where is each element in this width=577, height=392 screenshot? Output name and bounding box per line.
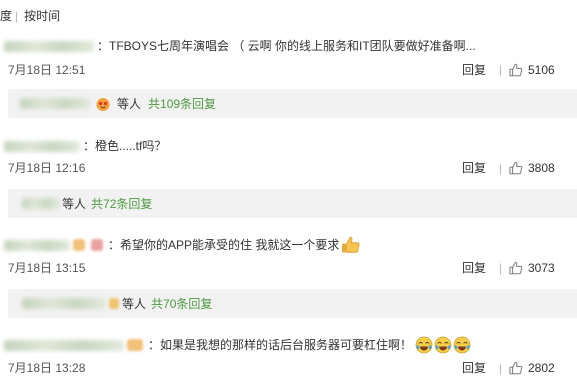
sub-replies-others: 等人 [62, 197, 87, 211]
sub-reply-usernames[interactable] [20, 98, 90, 109]
comment-line: ：TFBOYS七周年演唱会 （ 云啊 你的线上服务和IT团队要做好准备啊... [0, 37, 577, 55]
sort-by-hot-tab[interactable]: 度 [0, 8, 12, 24]
sub-replies-bar: 等人 共109条回复 [8, 89, 577, 118]
like-count: 3808 [528, 161, 555, 175]
reply-button[interactable]: 回复 [462, 160, 486, 176]
sub-replies-others: 等人 [122, 297, 147, 311]
sub-reply-usernames[interactable] [22, 298, 106, 309]
thumbs-up-icon [509, 63, 523, 77]
sub-replies-count-link[interactable]: 共70条回复 [151, 295, 212, 312]
comment-time: 7月18日 12:16 [8, 161, 86, 175]
sub-replies-bar: 等人 共72条回复 [8, 189, 577, 218]
reply-button[interactable]: 回复 [462, 260, 486, 276]
sub-reply-usernames[interactable] [22, 198, 60, 209]
comment-username[interactable] [4, 40, 94, 52]
action-separator: | [499, 161, 503, 175]
comment-text: ：橙色.....tf吗？ [83, 139, 167, 153]
comment-time: 7月18日 12:51 [8, 63, 86, 77]
like-count: 2802 [528, 361, 555, 375]
user-badge-icon [91, 239, 103, 251]
like-count: 3073 [528, 261, 555, 275]
face-emoji-icon [95, 96, 111, 112]
thumbs-up-icon [509, 261, 523, 275]
comment-line: ：如果是我想的那样的话后台服务器可要杠住啊！ [0, 336, 577, 354]
comment-line: ：希望你的APP能承受的住 我就这一个要求 [0, 236, 577, 254]
sub-replies-others: 等人 [117, 97, 142, 111]
thumbs-up-icon [509, 361, 523, 375]
laugh-cry-emoji-icon [415, 336, 433, 354]
comment-line: ：橙色.....tf吗？ [0, 137, 577, 155]
comment-username[interactable] [4, 339, 124, 351]
like-count: 5106 [528, 63, 555, 77]
comment-username[interactable] [4, 239, 70, 251]
reply-button[interactable]: 回复 [462, 360, 486, 376]
sub-replies-count-link[interactable]: 共109条回复 [148, 95, 216, 112]
like-button[interactable]: 3808 [509, 160, 555, 176]
sort-tab-separator: | [15, 9, 19, 23]
user-badge-icon [127, 339, 143, 351]
action-separator: | [499, 261, 503, 275]
sub-replies-bar: 等人 共70条回复 [8, 289, 577, 318]
action-separator: | [499, 361, 503, 375]
comment-username[interactable] [4, 140, 80, 152]
comment-text: ：如果是我想的那样的话后台服务器可要杠住啊！ [148, 338, 413, 352]
comment-text: ：希望你的APP能承受的住 我就这一个要求 [108, 238, 340, 252]
like-button[interactable]: 2802 [509, 360, 555, 376]
action-separator: | [499, 63, 503, 77]
laugh-cry-emoji-icon [434, 336, 452, 354]
like-button[interactable]: 3073 [509, 260, 555, 276]
sort-by-time-tab[interactable]: 按时间 [24, 8, 60, 24]
like-button[interactable]: 5106 [509, 62, 555, 78]
reply-button[interactable]: 回复 [462, 62, 486, 78]
sub-replies-count-link[interactable]: 共72条回复 [91, 195, 152, 212]
comment-time: 7月18日 13:15 [8, 261, 86, 275]
user-badge-icon [109, 298, 119, 309]
sort-tabs: 度 | 按时间 [0, 8, 60, 24]
user-badge-icon [73, 239, 85, 251]
thumbs-up-emoji-icon [341, 236, 361, 254]
comment-text: ：TFBOYS七周年演唱会 （ 云啊 你的线上服务和IT团队要做好准备啊... [97, 39, 476, 53]
comment-time: 7月18日 13:28 [8, 361, 86, 375]
laugh-cry-emoji-icon [453, 336, 471, 354]
thumbs-up-icon [509, 161, 523, 175]
